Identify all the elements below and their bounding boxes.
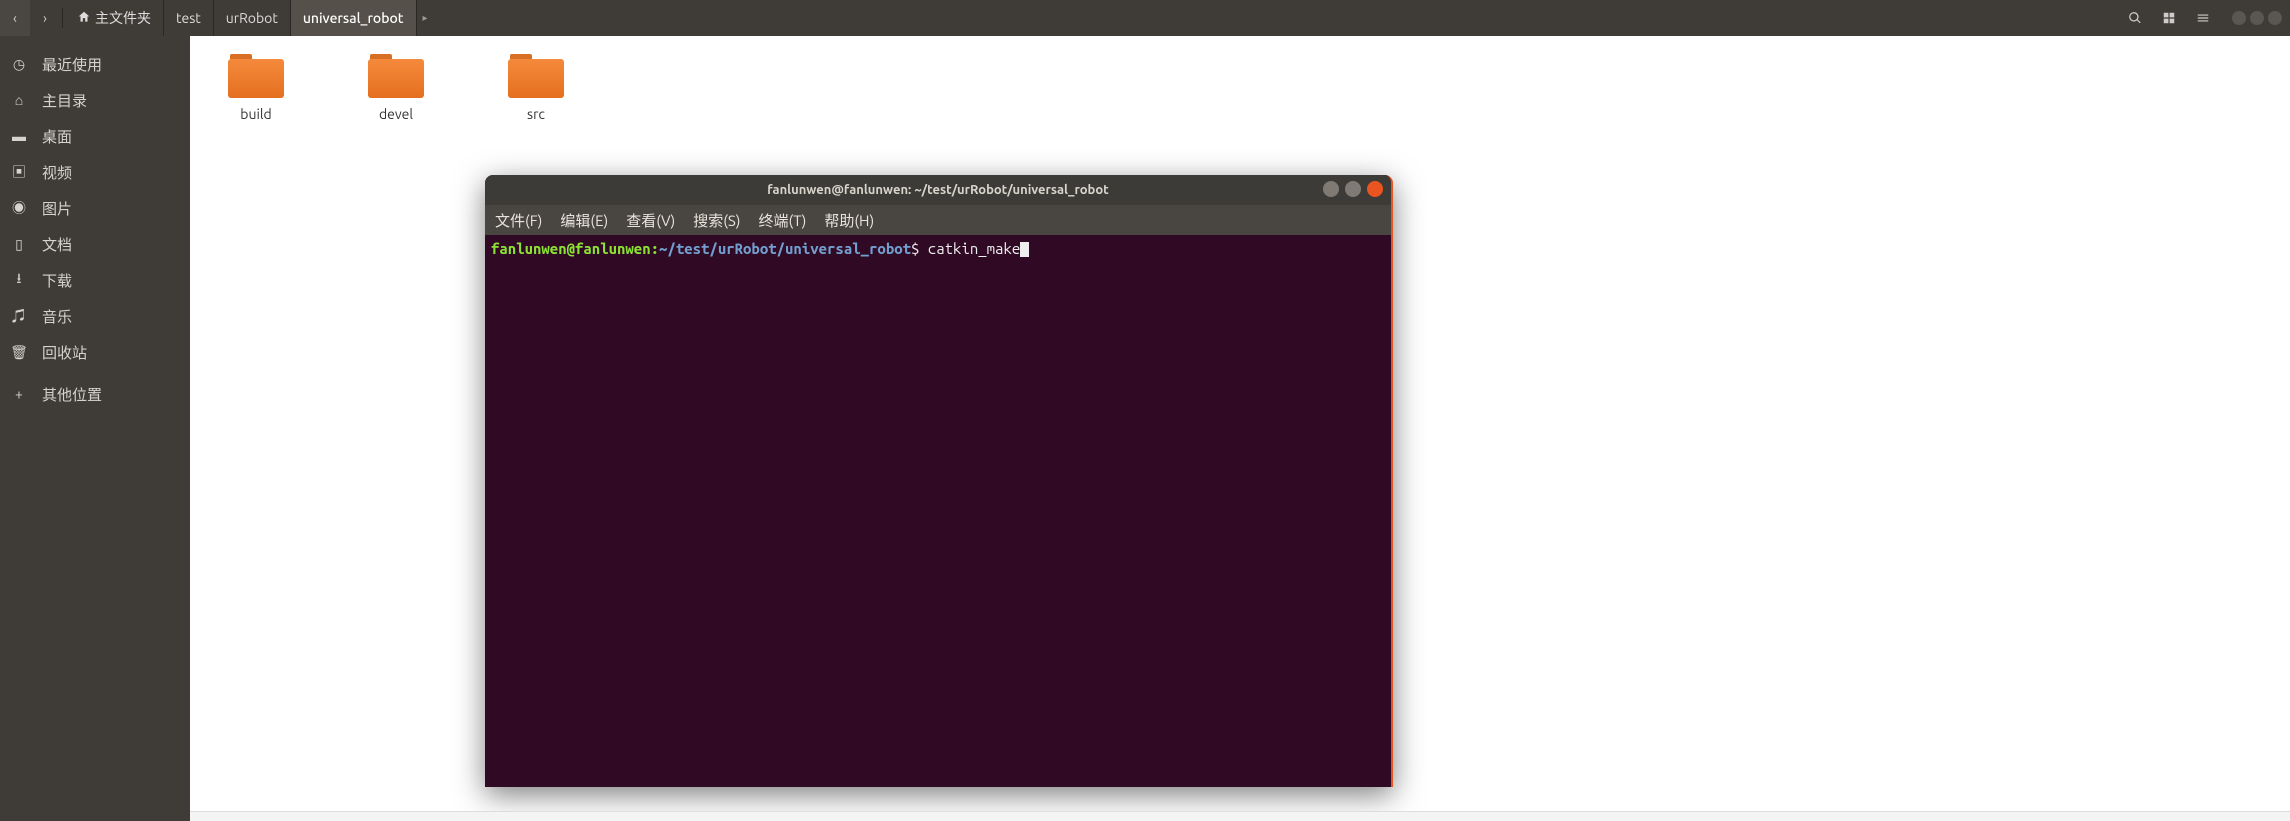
- terminal-menu-view[interactable]: 查看(V): [626, 210, 675, 231]
- doc-icon: ▯: [10, 236, 28, 253]
- breadcrumb-label: 主文件夹: [95, 8, 151, 28]
- breadcrumb-test[interactable]: test: [164, 0, 214, 36]
- folder-label: build: [240, 106, 271, 122]
- prompt-user: fanlunwen@fanlunwen: [491, 240, 651, 257]
- folder-icon: [368, 54, 424, 98]
- sidebar-item-label: 图片: [42, 198, 72, 219]
- folder-icon: [508, 54, 564, 98]
- terminal-title-text: fanlunwen@fanlunwen: ~/test/urRobot/univ…: [767, 183, 1109, 197]
- grid-icon: [2162, 11, 2176, 25]
- prompt-dollar: $: [911, 240, 928, 257]
- sidebar: ◷最近使用 ⌂主目录 ▬桌面 ▣视频 ◉图片 ▯文档 ⭳下载 ♫音乐 🗑回收站 …: [0, 36, 190, 821]
- toolbar-right: [2120, 0, 2290, 36]
- sidebar-item-music[interactable]: ♫ 音乐: [0, 298, 190, 334]
- sidebar-item-downloads[interactable]: ⭳ 下载: [0, 262, 190, 298]
- sidebar-item-trash[interactable]: 🗑 回收站: [0, 334, 190, 370]
- window-minimize-button[interactable]: [2232, 11, 2246, 25]
- terminal-menu-terminal[interactable]: 终端(T): [759, 210, 807, 231]
- breadcrumb-urrobot[interactable]: urRobot: [214, 0, 291, 36]
- folder-devel[interactable]: devel: [356, 54, 436, 122]
- terminal-minimize-button[interactable]: [1323, 181, 1339, 197]
- folder-src[interactable]: src: [496, 54, 576, 122]
- terminal-window[interactable]: fanlunwen@fanlunwen: ~/test/urRobot/univ…: [485, 175, 1393, 787]
- folder-label: src: [527, 106, 545, 122]
- terminal-cursor: [1020, 242, 1029, 257]
- sidebar-item-documents[interactable]: ▯ 文档: [0, 226, 190, 262]
- folder-build[interactable]: build: [216, 54, 296, 122]
- terminal-maximize-button[interactable]: [1345, 181, 1361, 197]
- sidebar-item-label: 最近使用: [42, 54, 102, 75]
- sidebar-item-label: 其他位置: [42, 384, 102, 405]
- sidebar-item-pictures[interactable]: ◉ 图片: [0, 190, 190, 226]
- video-icon: ▣: [10, 162, 28, 182]
- home-icon: [77, 10, 91, 27]
- breadcrumb: 主文件夹 test urRobot universal_robot ▸: [65, 0, 428, 36]
- bottom-strip: [190, 811, 2290, 821]
- terminal-body[interactable]: fanlunwen@fanlunwen:~/test/urRobot/unive…: [485, 235, 1391, 263]
- window-controls: [2232, 11, 2282, 25]
- sidebar-item-label: 回收站: [42, 342, 87, 363]
- terminal-menu-help[interactable]: 帮助(H): [824, 210, 874, 231]
- music-icon: ♫: [10, 306, 28, 326]
- prompt-path: ~/test/urRobot/universal_robot: [659, 240, 911, 257]
- sidebar-item-label: 主目录: [42, 90, 87, 111]
- folder-icon: [228, 54, 284, 98]
- folder-icon: ▬: [10, 128, 28, 144]
- sidebar-item-label: 视频: [42, 162, 72, 183]
- menu-button[interactable]: [2188, 0, 2218, 36]
- clock-icon: ◷: [10, 56, 28, 73]
- breadcrumb-home[interactable]: 主文件夹: [65, 0, 164, 36]
- view-toggle-button[interactable]: [2154, 0, 2184, 36]
- sidebar-item-other-locations[interactable]: + 其他位置: [0, 376, 190, 412]
- search-button[interactable]: [2120, 0, 2150, 36]
- terminal-menu-file[interactable]: 文件(F): [495, 210, 542, 231]
- camera-icon: ◉: [10, 198, 28, 218]
- plus-icon: +: [10, 386, 28, 402]
- terminal-titlebar[interactable]: fanlunwen@fanlunwen: ~/test/urRobot/univ…: [485, 175, 1391, 205]
- folder-label: devel: [379, 106, 413, 122]
- sidebar-item-label: 文档: [42, 234, 72, 255]
- breadcrumb-universal-robot[interactable]: universal_robot: [291, 0, 417, 36]
- sidebar-item-home[interactable]: ⌂ 主目录: [0, 82, 190, 118]
- terminal-command: catkin_make: [928, 240, 1020, 257]
- nav-back-button[interactable]: ‹: [0, 0, 30, 36]
- nav-forward-button[interactable]: ›: [30, 0, 60, 36]
- prompt-colon: :: [651, 240, 659, 257]
- sidebar-item-label: 音乐: [42, 306, 72, 327]
- hamburger-icon: [2196, 11, 2210, 25]
- terminal-window-controls: [1323, 181, 1383, 197]
- sidebar-item-recent[interactable]: ◷ 最近使用: [0, 46, 190, 82]
- terminal-menubar: 文件(F) 编辑(E) 查看(V) 搜索(S) 终端(T) 帮助(H): [485, 205, 1391, 235]
- toolbar-divider: [62, 8, 63, 28]
- home-icon: ⌂: [10, 92, 28, 108]
- sidebar-item-desktop[interactable]: ▬ 桌面: [0, 118, 190, 154]
- search-icon: [2128, 11, 2142, 25]
- terminal-menu-search[interactable]: 搜索(S): [693, 210, 740, 231]
- breadcrumb-overflow-icon[interactable]: ▸: [423, 12, 428, 24]
- window-close-button[interactable]: [2268, 11, 2282, 25]
- terminal-menu-edit[interactable]: 编辑(E): [560, 210, 608, 231]
- trash-icon: 🗑: [10, 344, 28, 361]
- sidebar-item-label: 桌面: [42, 126, 72, 147]
- terminal-close-button[interactable]: [1367, 181, 1383, 197]
- sidebar-item-videos[interactable]: ▣ 视频: [0, 154, 190, 190]
- sidebar-item-label: 下载: [42, 270, 72, 291]
- folder-grid: build devel src: [216, 54, 2264, 122]
- download-icon: ⭳: [10, 268, 28, 292]
- window-maximize-button[interactable]: [2250, 11, 2264, 25]
- file-manager-toolbar: ‹ › 主文件夹 test urRobot universal_robot ▸: [0, 0, 2290, 36]
